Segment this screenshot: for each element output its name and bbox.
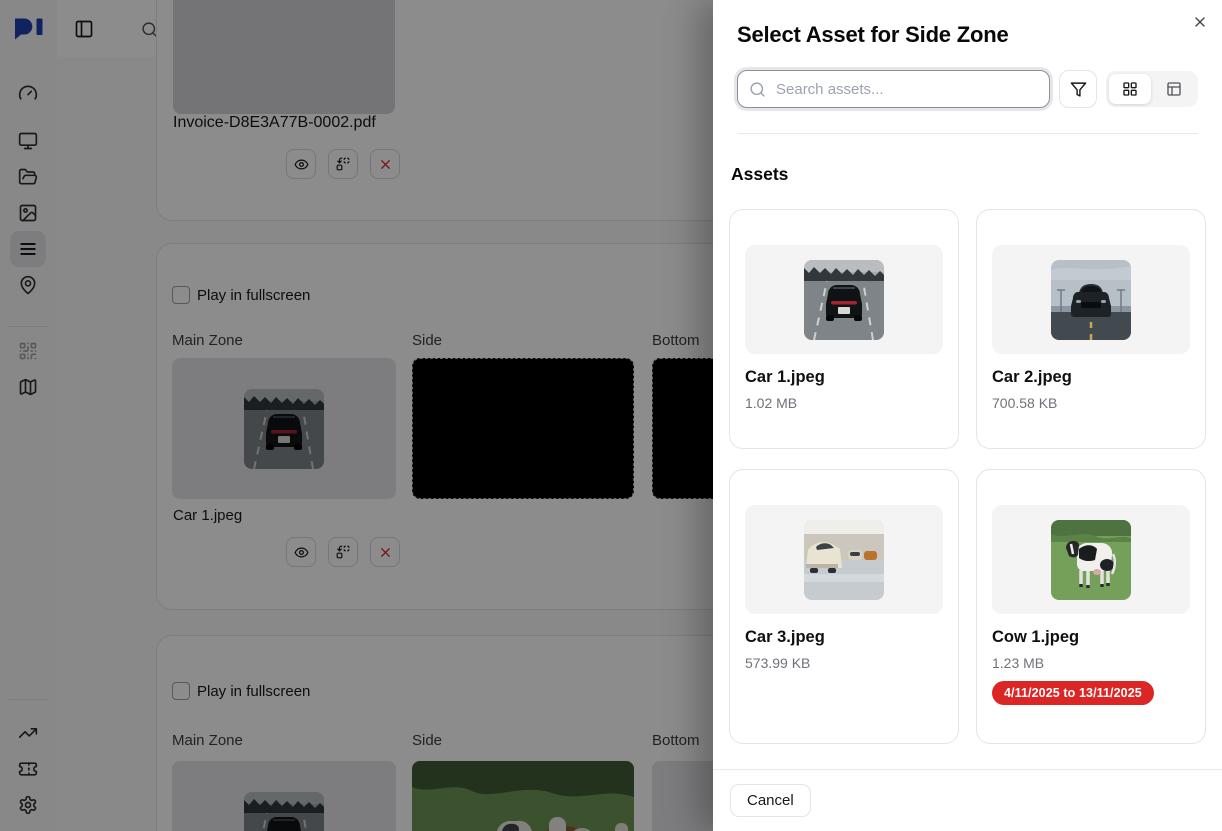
asset-grid: Car 1.jpeg 1.02 MB Car 2.jpeg 700.58 KB … <box>729 209 1206 744</box>
cow-1-thumbnail <box>1051 520 1131 600</box>
header-divider <box>737 133 1198 134</box>
filter-button[interactable] <box>1059 70 1097 108</box>
close-icon <box>1192 14 1208 30</box>
asset-thumb-area <box>745 505 943 614</box>
asset-size: 1.02 MB <box>745 395 943 411</box>
dialog-body: Assets Car 1.jpeg 1.02 MB Car 2.jpeg 700… <box>713 134 1222 769</box>
table-view-button[interactable] <box>1153 74 1195 104</box>
asset-thumb-area <box>745 245 943 354</box>
car-3-thumbnail <box>804 520 884 600</box>
dialog-footer: Cancel <box>713 769 1222 831</box>
asset-toolbar <box>737 70 1198 108</box>
grid-icon <box>1122 81 1138 97</box>
dialog-title: Select Asset for Side Zone <box>737 22 1198 48</box>
table-icon <box>1166 81 1182 97</box>
asset-size: 1.23 MB <box>992 655 1190 671</box>
car-2-thumbnail <box>1051 260 1131 340</box>
asset-size: 573.99 KB <box>745 655 943 671</box>
asset-name: Car 3.jpeg <box>745 628 943 647</box>
schedule-badge: 4/11/2025 to 13/11/2025 <box>992 681 1154 705</box>
asset-name: Car 2.jpeg <box>992 368 1190 387</box>
car-1-thumbnail <box>804 260 884 340</box>
asset-card-car-2[interactable]: Car 2.jpeg 700.58 KB <box>976 209 1206 449</box>
filter-icon <box>1070 81 1087 98</box>
asset-name: Cow 1.jpeg <box>992 628 1190 647</box>
asset-thumb-area <box>992 245 1190 354</box>
search-icon <box>749 81 766 98</box>
select-asset-dialog: Select Asset for Side Zone Assets <box>713 0 1222 831</box>
asset-search <box>737 70 1050 108</box>
asset-card-car-3[interactable]: Car 3.jpeg 573.99 KB <box>729 469 959 744</box>
asset-size: 700.58 KB <box>992 395 1190 411</box>
asset-name: Car 1.jpeg <box>745 368 943 387</box>
close-button[interactable] <box>1190 12 1210 32</box>
asset-card-cow-1[interactable]: Cow 1.jpeg 1.23 MB 4/11/2025 to 13/11/20… <box>976 469 1206 744</box>
asset-search-input[interactable] <box>774 80 1038 99</box>
cancel-button[interactable]: Cancel <box>730 784 811 817</box>
grid-view-button[interactable] <box>1109 74 1151 104</box>
screen: Search... ⌘ K Invoice-D8E3A77B-0002.pdf … <box>0 0 1222 831</box>
asset-thumb-area <box>992 505 1190 614</box>
assets-section-title: Assets <box>731 164 1206 185</box>
dialog-header: Select Asset for Side Zone <box>713 0 1222 134</box>
view-toggle <box>1106 71 1198 107</box>
asset-card-car-1[interactable]: Car 1.jpeg 1.02 MB <box>729 209 959 449</box>
